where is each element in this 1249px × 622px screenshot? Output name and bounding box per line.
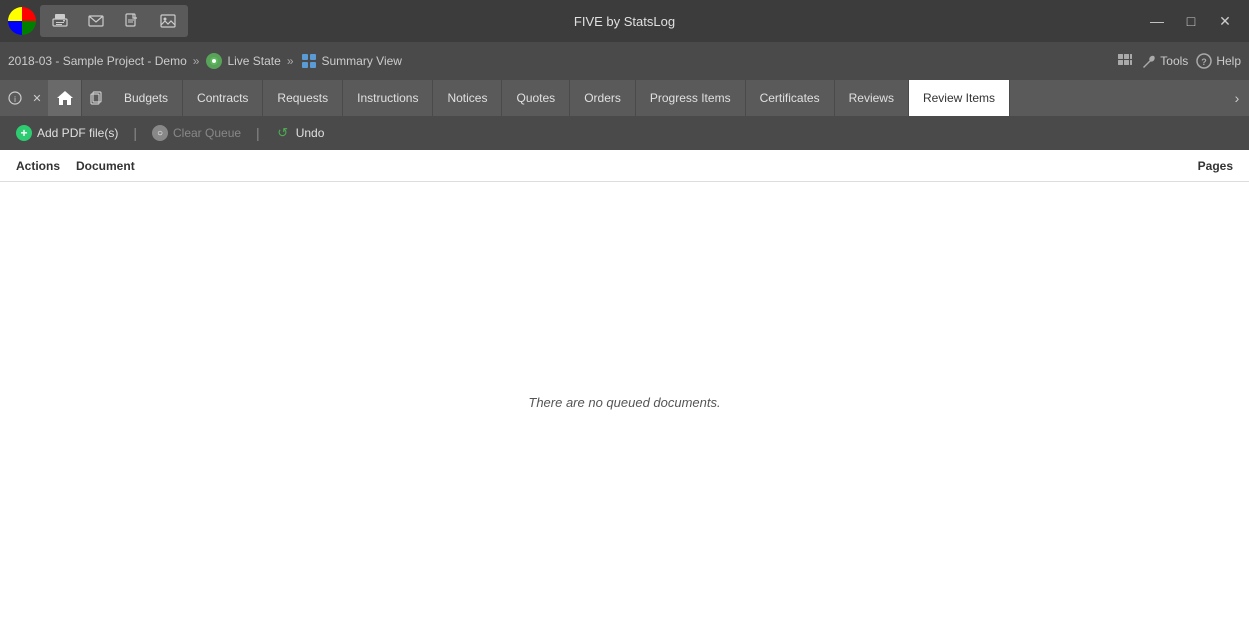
separator-2: | (253, 125, 263, 141)
column-header-bar: Actions Document Pages (0, 150, 1249, 182)
undo-icon: ↺ (275, 125, 291, 141)
tab-certificates[interactable]: Certificates (746, 80, 835, 116)
breadcrumb-bar: 2018-03 - Sample Project - Demo » Live S… (0, 42, 1249, 80)
live-state-icon (205, 52, 223, 70)
tab-instructions[interactable]: Instructions (343, 80, 433, 116)
live-state-label: Live State (227, 54, 280, 68)
actions-column-header: Actions (8, 159, 68, 173)
tab-budgets[interactable]: Budgets (110, 80, 183, 116)
tab-info-button[interactable]: i (4, 80, 26, 116)
main-content: There are no queued documents. (0, 182, 1249, 622)
tab-bar: i ✕ Budgets Contracts Requests Instructi… (0, 80, 1249, 116)
clear-queue-icon: ○ (152, 125, 168, 141)
undo-label: Undo (296, 126, 325, 140)
tab-requests[interactable]: Requests (263, 80, 343, 116)
copy-icon (89, 91, 103, 105)
add-pdf-button[interactable]: + Add PDF file(s) (8, 122, 126, 144)
image-button[interactable] (152, 7, 184, 35)
breadcrumb-right: Tools ? Help (1116, 52, 1241, 70)
wrench-icon (1142, 54, 1156, 68)
maximize-button[interactable]: □ (1175, 7, 1207, 35)
toolbar-group (40, 5, 188, 37)
tab-close-button[interactable]: ✕ (26, 80, 48, 116)
pages-column-header: Pages (1190, 159, 1241, 173)
app-title: FIVE by StatsLog (574, 14, 675, 29)
tab-notices[interactable]: Notices (433, 80, 502, 116)
app-logo (8, 7, 36, 35)
tab-reviews[interactable]: Reviews (835, 80, 909, 116)
undo-button[interactable]: ↺ Undo (267, 122, 333, 144)
title-bar-left (8, 5, 188, 37)
add-pdf-label: Add PDF file(s) (37, 126, 118, 140)
tab-quotes[interactable]: Quotes (502, 80, 570, 116)
window-controls: — □ ✕ (1141, 7, 1241, 35)
home-icon (56, 89, 74, 107)
svg-text:i: i (14, 95, 16, 104)
svg-text:?: ? (1202, 57, 1208, 67)
help-button[interactable]: ? Help (1196, 53, 1241, 69)
help-icon: ? (1196, 53, 1212, 69)
clear-queue-label: Clear Queue (173, 126, 241, 140)
summary-view-label: Summary View (322, 54, 402, 68)
minimize-button[interactable]: — (1141, 7, 1173, 35)
print-button[interactable] (44, 7, 76, 35)
summary-view-icon (300, 52, 318, 70)
tab-contracts[interactable]: Contracts (183, 80, 263, 116)
summary-view-link[interactable]: Summary View (300, 52, 402, 70)
tab-scroll-right-button[interactable]: › (1225, 80, 1249, 116)
clear-queue-button[interactable]: ○ Clear Queue (144, 122, 249, 144)
tab-orders[interactable]: Orders (570, 80, 636, 116)
actions-bar: + Add PDF file(s) | ○ Clear Queue | ↺ Un… (0, 116, 1249, 150)
help-label: Help (1216, 54, 1241, 68)
pdf-button[interactable] (116, 7, 148, 35)
tab-review-items[interactable]: Review Items (909, 80, 1010, 116)
apps-button[interactable] (1116, 52, 1134, 70)
empty-message: There are no queued documents. (528, 395, 720, 410)
tab-home-button[interactable] (48, 80, 82, 116)
tab-copy-button[interactable] (82, 80, 110, 116)
tab-progress-items[interactable]: Progress Items (636, 80, 746, 116)
document-column-header: Document (68, 159, 143, 173)
live-state-link[interactable]: Live State (205, 52, 280, 70)
breadcrumb-sep-2: » (287, 54, 294, 68)
project-name: 2018-03 - Sample Project - Demo (8, 54, 187, 68)
add-pdf-icon: + (16, 125, 32, 141)
apps-grid-icon (1116, 52, 1134, 70)
tools-label: Tools (1160, 54, 1188, 68)
close-button[interactable]: ✕ (1209, 7, 1241, 35)
email-button[interactable] (80, 7, 112, 35)
title-bar: FIVE by StatsLog — □ ✕ (0, 0, 1249, 42)
separator-1: | (130, 125, 140, 141)
breadcrumb-sep-1: » (193, 54, 200, 68)
info-icon: i (8, 91, 22, 105)
tools-button[interactable]: Tools (1142, 54, 1188, 68)
